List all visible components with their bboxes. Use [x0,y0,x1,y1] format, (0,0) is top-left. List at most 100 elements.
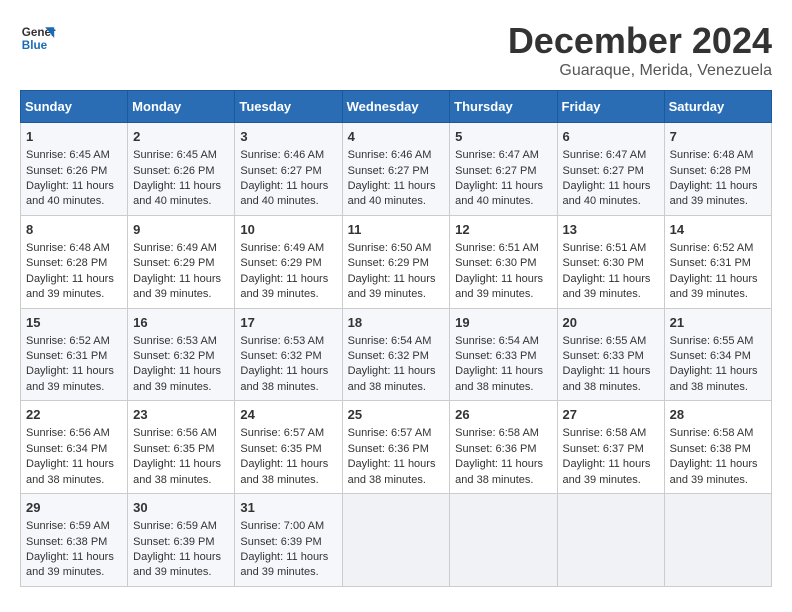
calendar-cell: 27 Sunrise: 6:58 AM Sunset: 6:37 PM Dayl… [557,401,664,494]
sunrise-text: Sunrise: 6:55 AM [670,335,754,347]
sunset-text: Sunset: 6:26 PM [26,165,107,177]
sunrise-text: Sunrise: 6:58 AM [670,427,754,439]
sunset-text: Sunset: 6:38 PM [26,536,107,548]
day-number: 15 [26,314,122,332]
daylight-text: Daylight: 11 hours and 39 minutes. [133,273,221,300]
daylight-text: Daylight: 11 hours and 40 minutes. [240,180,328,207]
calendar-cell: 30 Sunrise: 6:59 AM Sunset: 6:39 PM Dayl… [128,494,235,587]
sunset-text: Sunset: 6:29 PM [133,257,214,269]
calendar-cell: 18 Sunrise: 6:54 AM Sunset: 6:32 PM Dayl… [342,308,450,401]
sunset-text: Sunset: 6:38 PM [670,443,751,455]
sunrise-text: Sunrise: 6:47 AM [563,149,647,161]
calendar-cell: 22 Sunrise: 6:56 AM Sunset: 6:34 PM Dayl… [21,401,128,494]
sunset-text: Sunset: 6:36 PM [455,443,536,455]
calendar-cell: 2 Sunrise: 6:45 AM Sunset: 6:26 PM Dayli… [128,123,235,216]
day-number: 8 [26,221,122,239]
sunset-text: Sunset: 6:37 PM [563,443,644,455]
weekday-header-row: SundayMondayTuesdayWednesdayThursdayFrid… [21,91,772,123]
sunrise-text: Sunrise: 6:58 AM [563,427,647,439]
calendar-cell: 3 Sunrise: 6:46 AM Sunset: 6:27 PM Dayli… [235,123,342,216]
daylight-text: Daylight: 11 hours and 40 minutes. [455,180,543,207]
daylight-text: Daylight: 11 hours and 39 minutes. [133,365,221,392]
weekday-header: Sunday [21,91,128,123]
calendar-cell: 29 Sunrise: 6:59 AM Sunset: 6:38 PM Dayl… [21,494,128,587]
sunset-text: Sunset: 6:34 PM [26,443,107,455]
sunset-text: Sunset: 6:32 PM [348,350,429,362]
day-number: 25 [348,406,445,424]
daylight-text: Daylight: 11 hours and 40 minutes. [26,180,114,207]
calendar-cell: 11 Sunrise: 6:50 AM Sunset: 6:29 PM Dayl… [342,215,450,308]
calendar-cell [664,494,771,587]
daylight-text: Daylight: 11 hours and 39 minutes. [240,273,328,300]
day-number: 23 [133,406,229,424]
weekday-header: Tuesday [235,91,342,123]
calendar-cell: 15 Sunrise: 6:52 AM Sunset: 6:31 PM Dayl… [21,308,128,401]
calendar-cell: 9 Sunrise: 6:49 AM Sunset: 6:29 PM Dayli… [128,215,235,308]
calendar-cell: 21 Sunrise: 6:55 AM Sunset: 6:34 PM Dayl… [664,308,771,401]
daylight-text: Daylight: 11 hours and 39 minutes. [563,273,651,300]
calendar-cell: 6 Sunrise: 6:47 AM Sunset: 6:27 PM Dayli… [557,123,664,216]
sunrise-text: Sunrise: 6:51 AM [455,242,539,254]
daylight-text: Daylight: 11 hours and 39 minutes. [670,273,758,300]
day-number: 14 [670,221,766,239]
sunrise-text: Sunrise: 6:59 AM [26,520,110,532]
sunrise-text: Sunrise: 6:53 AM [133,335,217,347]
sunrise-text: Sunrise: 6:51 AM [563,242,647,254]
day-number: 5 [455,128,551,146]
sunrise-text: Sunrise: 6:45 AM [26,149,110,161]
daylight-text: Daylight: 11 hours and 39 minutes. [26,551,114,578]
sunrise-text: Sunrise: 7:00 AM [240,520,324,532]
daylight-text: Daylight: 11 hours and 40 minutes. [563,180,651,207]
sunrise-text: Sunrise: 6:52 AM [26,335,110,347]
sunrise-text: Sunrise: 6:55 AM [563,335,647,347]
sunset-text: Sunset: 6:27 PM [563,165,644,177]
day-number: 16 [133,314,229,332]
sunrise-text: Sunrise: 6:54 AM [348,335,432,347]
sunset-text: Sunset: 6:31 PM [26,350,107,362]
weekday-header: Thursday [450,91,557,123]
daylight-text: Daylight: 11 hours and 40 minutes. [133,180,221,207]
day-number: 30 [133,499,229,517]
calendar-cell: 26 Sunrise: 6:58 AM Sunset: 6:36 PM Dayl… [450,401,557,494]
daylight-text: Daylight: 11 hours and 38 minutes. [670,365,758,392]
calendar-cell: 5 Sunrise: 6:47 AM Sunset: 6:27 PM Dayli… [450,123,557,216]
sunrise-text: Sunrise: 6:56 AM [133,427,217,439]
sunrise-text: Sunrise: 6:45 AM [133,149,217,161]
sunset-text: Sunset: 6:33 PM [563,350,644,362]
sunrise-text: Sunrise: 6:49 AM [240,242,324,254]
svg-text:Blue: Blue [22,39,48,52]
sunrise-text: Sunrise: 6:53 AM [240,335,324,347]
sunset-text: Sunset: 6:34 PM [670,350,751,362]
day-number: 22 [26,406,122,424]
day-number: 28 [670,406,766,424]
sunrise-text: Sunrise: 6:57 AM [240,427,324,439]
day-number: 1 [26,128,122,146]
weekday-header: Monday [128,91,235,123]
sunset-text: Sunset: 6:28 PM [26,257,107,269]
calendar-cell: 12 Sunrise: 6:51 AM Sunset: 6:30 PM Dayl… [450,215,557,308]
month-title: December 2024 [508,20,772,62]
sunset-text: Sunset: 6:27 PM [455,165,536,177]
logo-icon: General Blue [20,20,56,56]
sunset-text: Sunset: 6:32 PM [133,350,214,362]
calendar-cell: 17 Sunrise: 6:53 AM Sunset: 6:32 PM Dayl… [235,308,342,401]
calendar-cell: 7 Sunrise: 6:48 AM Sunset: 6:28 PM Dayli… [664,123,771,216]
day-number: 24 [240,406,336,424]
calendar-cell: 16 Sunrise: 6:53 AM Sunset: 6:32 PM Dayl… [128,308,235,401]
daylight-text: Daylight: 11 hours and 39 minutes. [133,551,221,578]
sunset-text: Sunset: 6:26 PM [133,165,214,177]
sunset-text: Sunset: 6:28 PM [670,165,751,177]
daylight-text: Daylight: 11 hours and 39 minutes. [26,365,114,392]
daylight-text: Daylight: 11 hours and 39 minutes. [26,273,114,300]
calendar-week-row: 15 Sunrise: 6:52 AM Sunset: 6:31 PM Dayl… [21,308,772,401]
daylight-text: Daylight: 11 hours and 38 minutes. [240,458,328,485]
sunset-text: Sunset: 6:29 PM [240,257,321,269]
sunrise-text: Sunrise: 6:46 AM [348,149,432,161]
daylight-text: Daylight: 11 hours and 39 minutes. [455,273,543,300]
sunrise-text: Sunrise: 6:54 AM [455,335,539,347]
sunrise-text: Sunrise: 6:48 AM [670,149,754,161]
daylight-text: Daylight: 11 hours and 39 minutes. [240,551,328,578]
calendar-cell: 23 Sunrise: 6:56 AM Sunset: 6:35 PM Dayl… [128,401,235,494]
day-number: 9 [133,221,229,239]
daylight-text: Daylight: 11 hours and 38 minutes. [455,365,543,392]
